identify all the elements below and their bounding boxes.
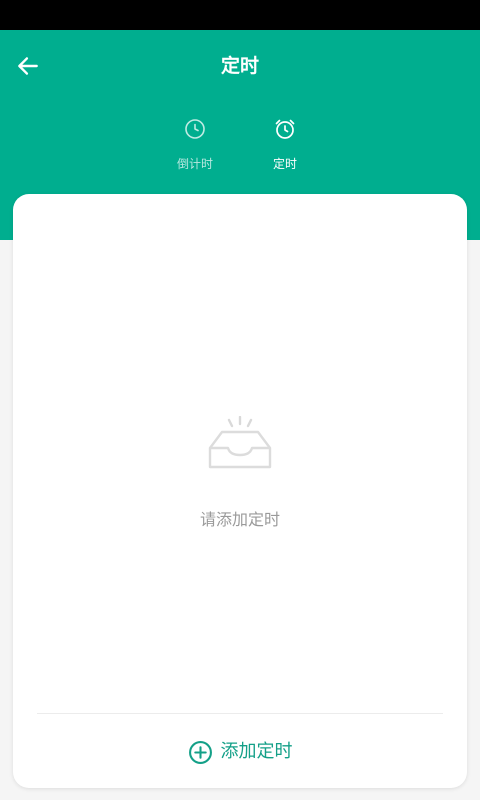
- tab-schedule[interactable]: 定时: [245, 116, 325, 182]
- add-schedule-button[interactable]: 添加定时: [13, 732, 467, 772]
- alarm-clock-icon: [272, 116, 298, 142]
- empty-inbox-icon: [208, 416, 272, 469]
- add-schedule-label: 添加定时: [220, 741, 293, 762]
- schedule-card: 请添加定时 添加定时: [13, 194, 467, 788]
- empty-state-text: 请添加定时: [199, 510, 280, 529]
- tab-schedule-label: 定时: [272, 157, 297, 171]
- status-bar: [0, 0, 480, 30]
- clock-icon: [182, 116, 208, 142]
- tab-countdown[interactable]: 倒计时: [155, 116, 235, 182]
- plus-circle-icon: [188, 739, 214, 765]
- tab-countdown-label: 倒计时: [176, 157, 213, 171]
- page-title: 定时: [220, 55, 259, 77]
- divider: [37, 713, 443, 714]
